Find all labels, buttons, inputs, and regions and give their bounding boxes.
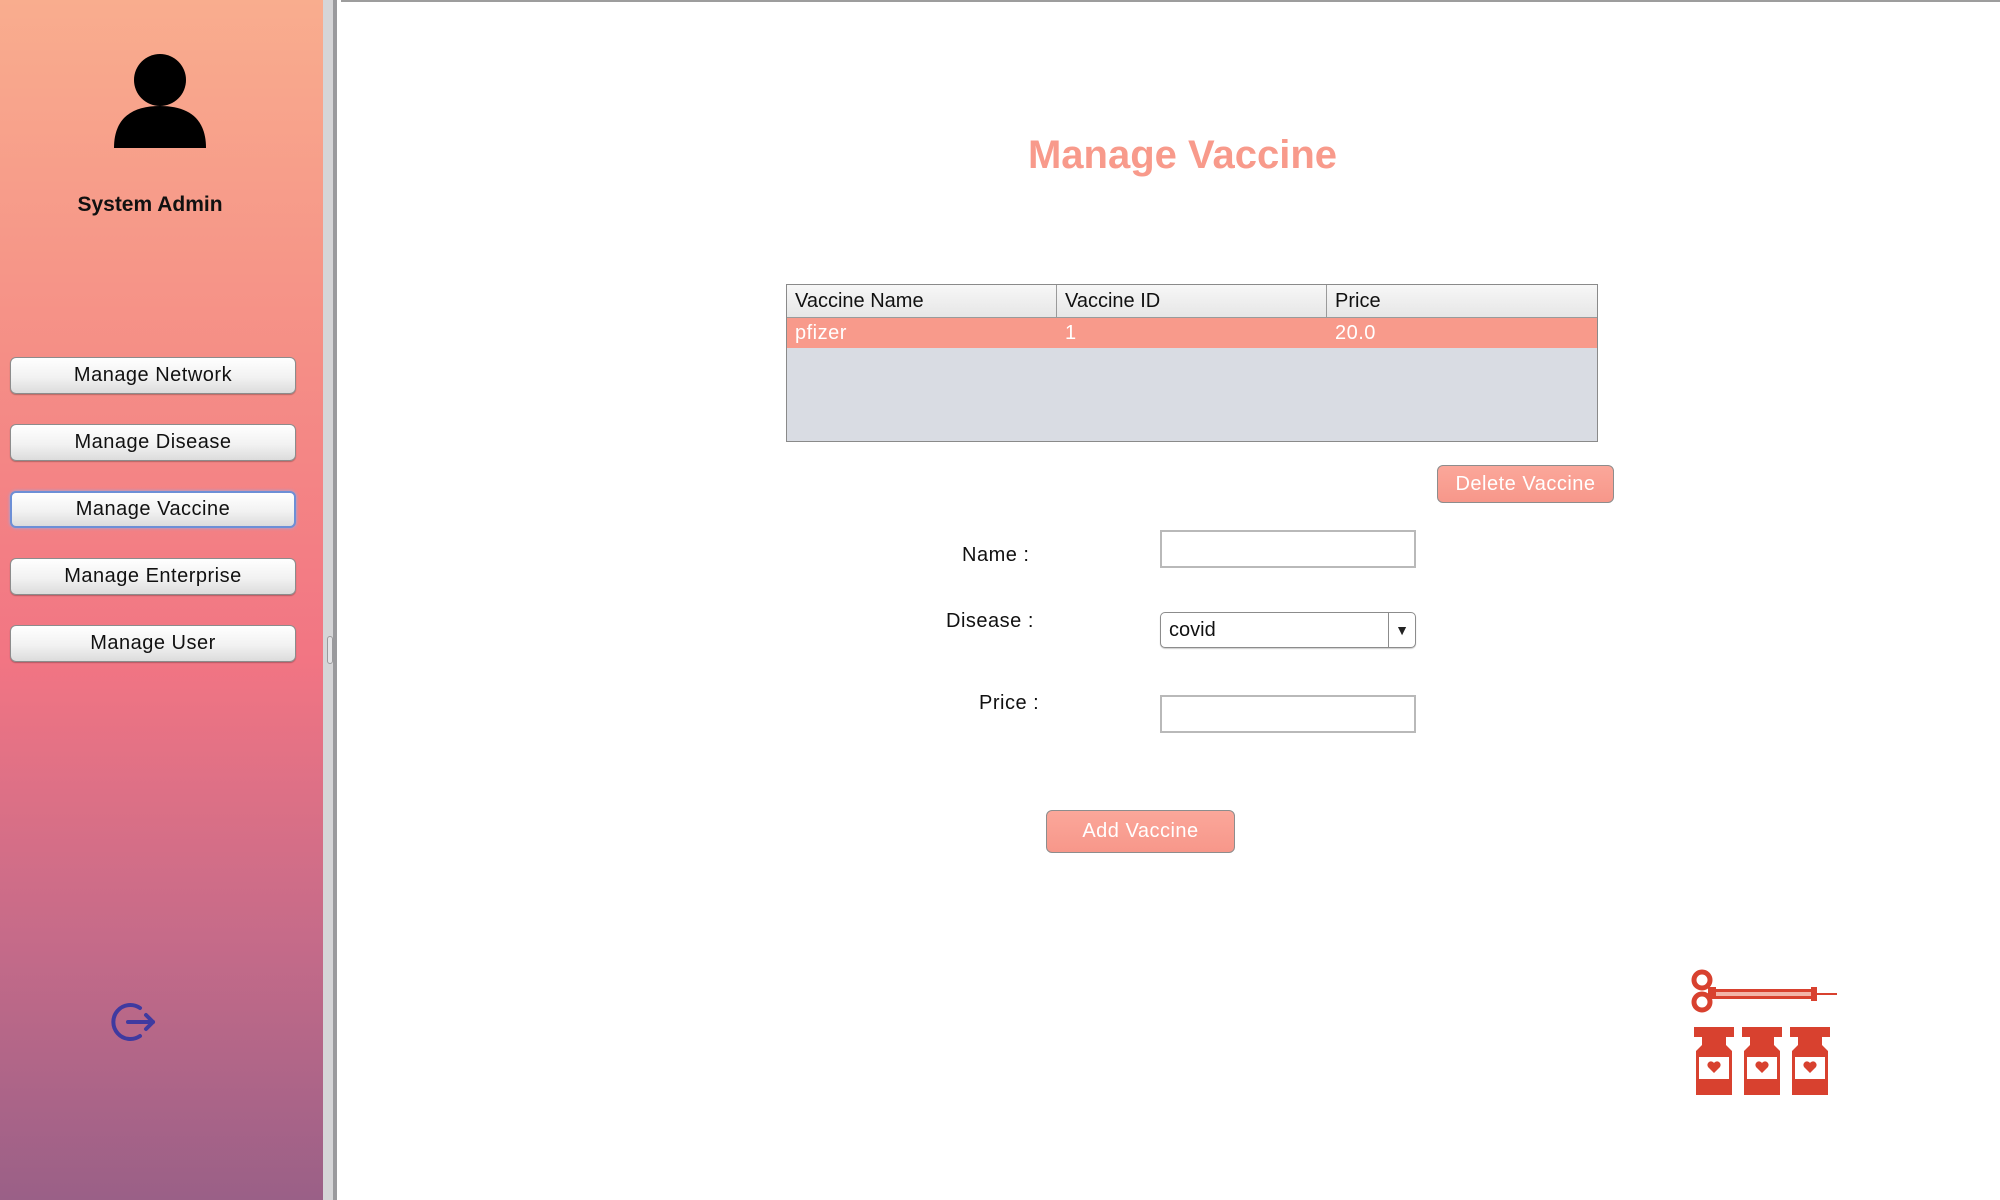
- vaccine-syringe-vials-icon: [1691, 969, 1837, 1095]
- cell-vaccine-id: 1: [1065, 322, 1077, 344]
- top-border: [341, 0, 2000, 2]
- name-input[interactable]: [1160, 530, 1416, 568]
- name-label: Name :: [962, 544, 1030, 566]
- add-vaccine-button[interactable]: Add Vaccine: [1046, 810, 1235, 853]
- column-header-vaccine-name[interactable]: Vaccine Name: [787, 285, 1057, 317]
- column-header-vaccine-id[interactable]: Vaccine ID: [1057, 285, 1327, 317]
- manage-enterprise-button[interactable]: Manage Enterprise: [10, 558, 296, 595]
- cell-price: 20.0: [1335, 322, 1376, 344]
- logout-icon[interactable]: [110, 998, 158, 1046]
- user-avatar-icon: [114, 54, 206, 148]
- sidebar: System Admin Manage Network Manage Disea…: [0, 0, 323, 1200]
- disease-selected-value: covid: [1169, 619, 1216, 641]
- disease-select[interactable]: covid ▼: [1160, 612, 1416, 648]
- column-header-price[interactable]: Price: [1327, 285, 1597, 317]
- disease-label: Disease :: [946, 610, 1034, 632]
- manage-vaccine-button[interactable]: Manage Vaccine: [10, 491, 296, 528]
- delete-vaccine-button[interactable]: Delete Vaccine: [1437, 465, 1614, 503]
- table-header: Vaccine Name Vaccine ID Price: [787, 285, 1597, 318]
- manage-user-button[interactable]: Manage User: [10, 625, 296, 662]
- admin-role-label: System Admin: [77, 193, 223, 216]
- divider-grip-handle[interactable]: [327, 636, 333, 664]
- price-label: Price :: [979, 692, 1040, 714]
- cell-vaccine-name: pfizer: [795, 322, 847, 344]
- price-input[interactable]: [1160, 695, 1416, 733]
- split-pane-divider[interactable]: [323, 0, 337, 1200]
- dropdown-arrow-icon[interactable]: ▼: [1388, 613, 1415, 647]
- manage-disease-button[interactable]: Manage Disease: [10, 424, 296, 461]
- table-row[interactable]: pfizer 1 20.0: [787, 318, 1597, 348]
- page-title: Manage Vaccine: [1027, 133, 1338, 177]
- manage-network-button[interactable]: Manage Network: [10, 357, 296, 394]
- vaccine-table[interactable]: Vaccine Name Vaccine ID Price pfizer 1 2…: [786, 284, 1598, 442]
